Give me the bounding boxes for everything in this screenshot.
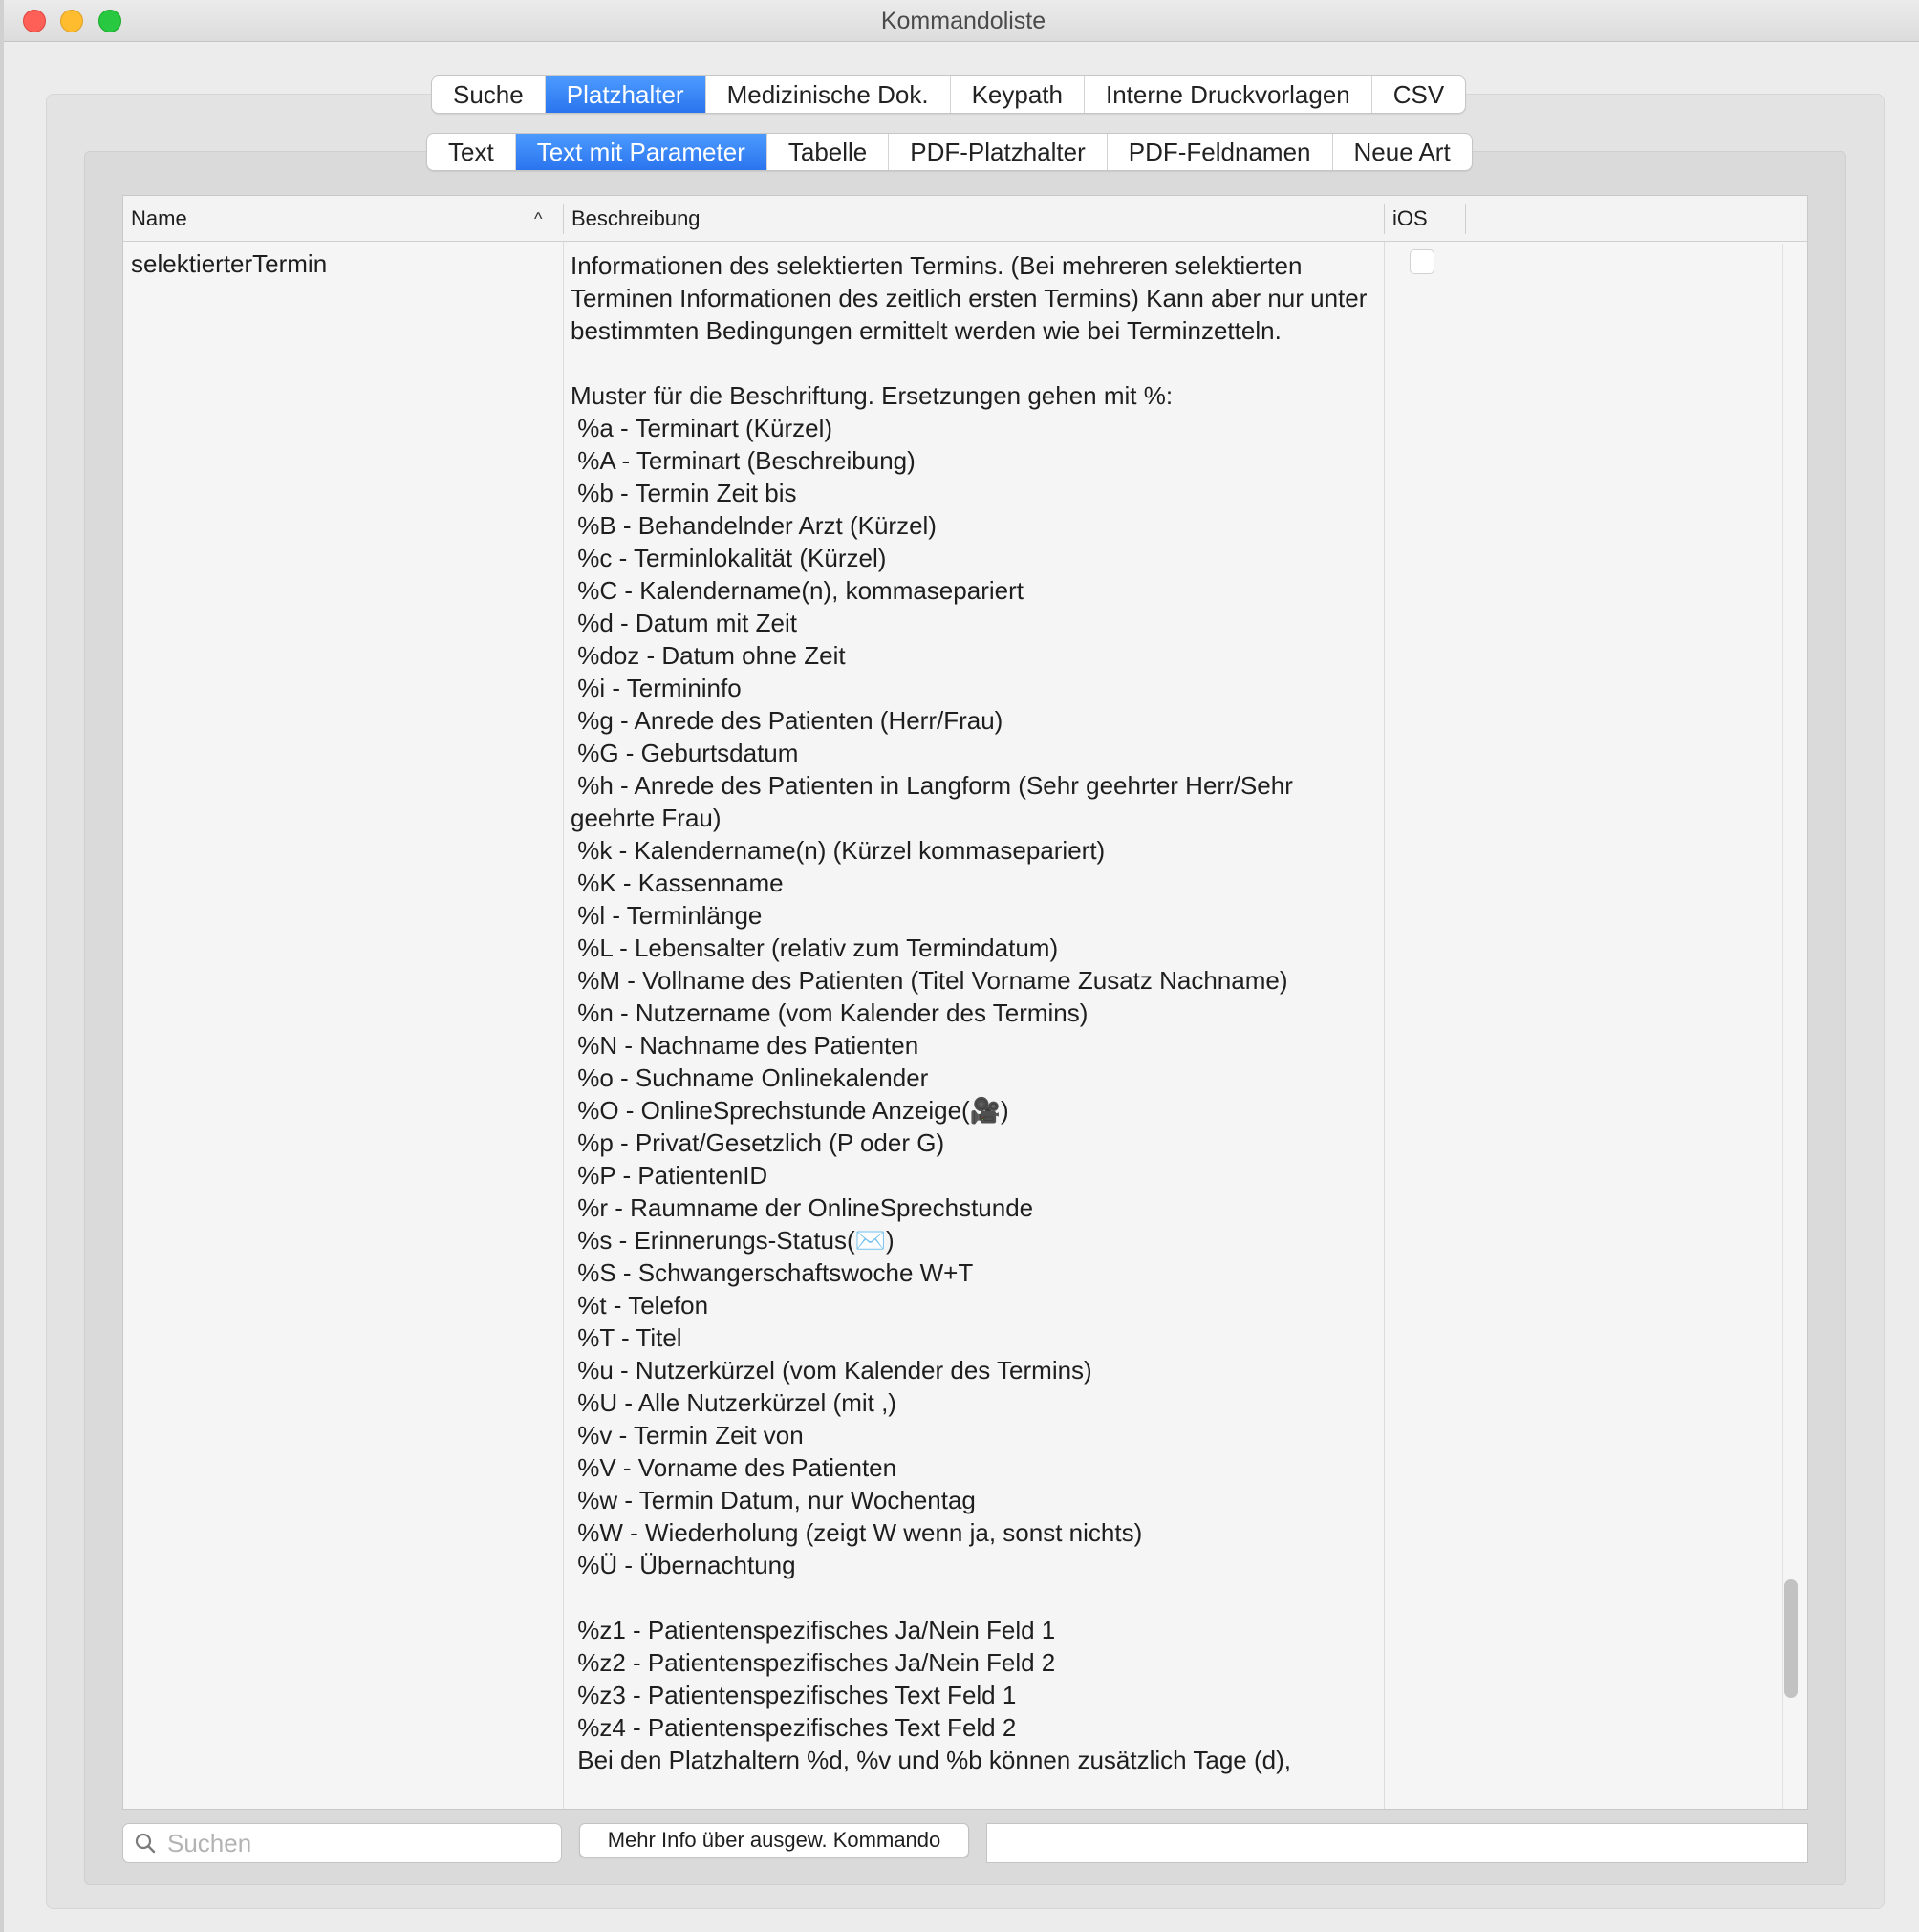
subtab-pdf-feldnamen[interactable]: PDF-Feldnamen (1108, 134, 1333, 170)
column-line (1384, 242, 1385, 1809)
subtab-text-mit-parameter[interactable]: Text mit Parameter (515, 134, 767, 170)
sub-tab-bar: Text Text mit Parameter Tabelle PDF-Plat… (426, 133, 1473, 171)
column-header-beschreibung-label: Beschreibung (571, 206, 701, 230)
subtab-neue-art[interactable]: Neue Art (1333, 134, 1472, 170)
column-line (563, 242, 564, 1809)
command-info-field[interactable] (986, 1823, 1808, 1863)
search-icon (135, 1833, 156, 1854)
tab-medizinische-dok[interactable]: Medizinische Dok. (706, 76, 951, 113)
tab-platzhalter[interactable]: Platzhalter (545, 76, 706, 113)
tab-keypath[interactable]: Keypath (951, 76, 1085, 113)
column-header-ios-label: iOS (1392, 206, 1428, 230)
column-header-name[interactable]: Name (123, 196, 563, 242)
subtab-text[interactable]: Text (427, 134, 516, 170)
command-table: Name ^ Beschreibung iOS selektierterTerm… (122, 195, 1808, 1810)
tab-suche[interactable]: Suche (432, 76, 546, 113)
subtab-pdf-platzhalter[interactable]: PDF-Platzhalter (889, 134, 1108, 170)
ios-checkbox[interactable] (1410, 249, 1434, 274)
app-window: Kommandoliste Suche Platzhalter Medizini… (0, 0, 1919, 1932)
sort-ascending-icon[interactable]: ^ (534, 209, 542, 229)
tab-csv[interactable]: CSV (1372, 76, 1465, 113)
main-tab-bar: Suche Platzhalter Medizinische Dok. Keyp… (431, 75, 1467, 114)
window-title: Kommandoliste (880, 8, 1046, 34)
row-name-cell[interactable]: selektierterTermin (131, 249, 327, 279)
column-header-name-label: Name (131, 206, 187, 230)
column-header-ios[interactable]: iOS (1385, 196, 1461, 242)
row-description-cell[interactable]: Informationen des selektierten Termins. … (571, 249, 1373, 1776)
more-info-button[interactable]: Mehr Info über ausgew. Kommando (579, 1823, 969, 1857)
subtab-tabelle[interactable]: Tabelle (767, 134, 890, 170)
vertical-scrollbar-track[interactable] (1782, 244, 1807, 1809)
search-input[interactable] (167, 1826, 550, 1860)
column-divider[interactable] (1465, 204, 1466, 234)
column-header-beschreibung[interactable]: Beschreibung (564, 196, 1384, 242)
title-bar: Kommandoliste (4, 0, 1919, 42)
search-field[interactable] (122, 1823, 562, 1863)
vertical-scrollbar-thumb[interactable] (1784, 1579, 1798, 1698)
table-header: Name ^ Beschreibung iOS (123, 196, 1807, 242)
tab-interne-druckvorlagen[interactable]: Interne Druckvorlagen (1085, 76, 1372, 113)
